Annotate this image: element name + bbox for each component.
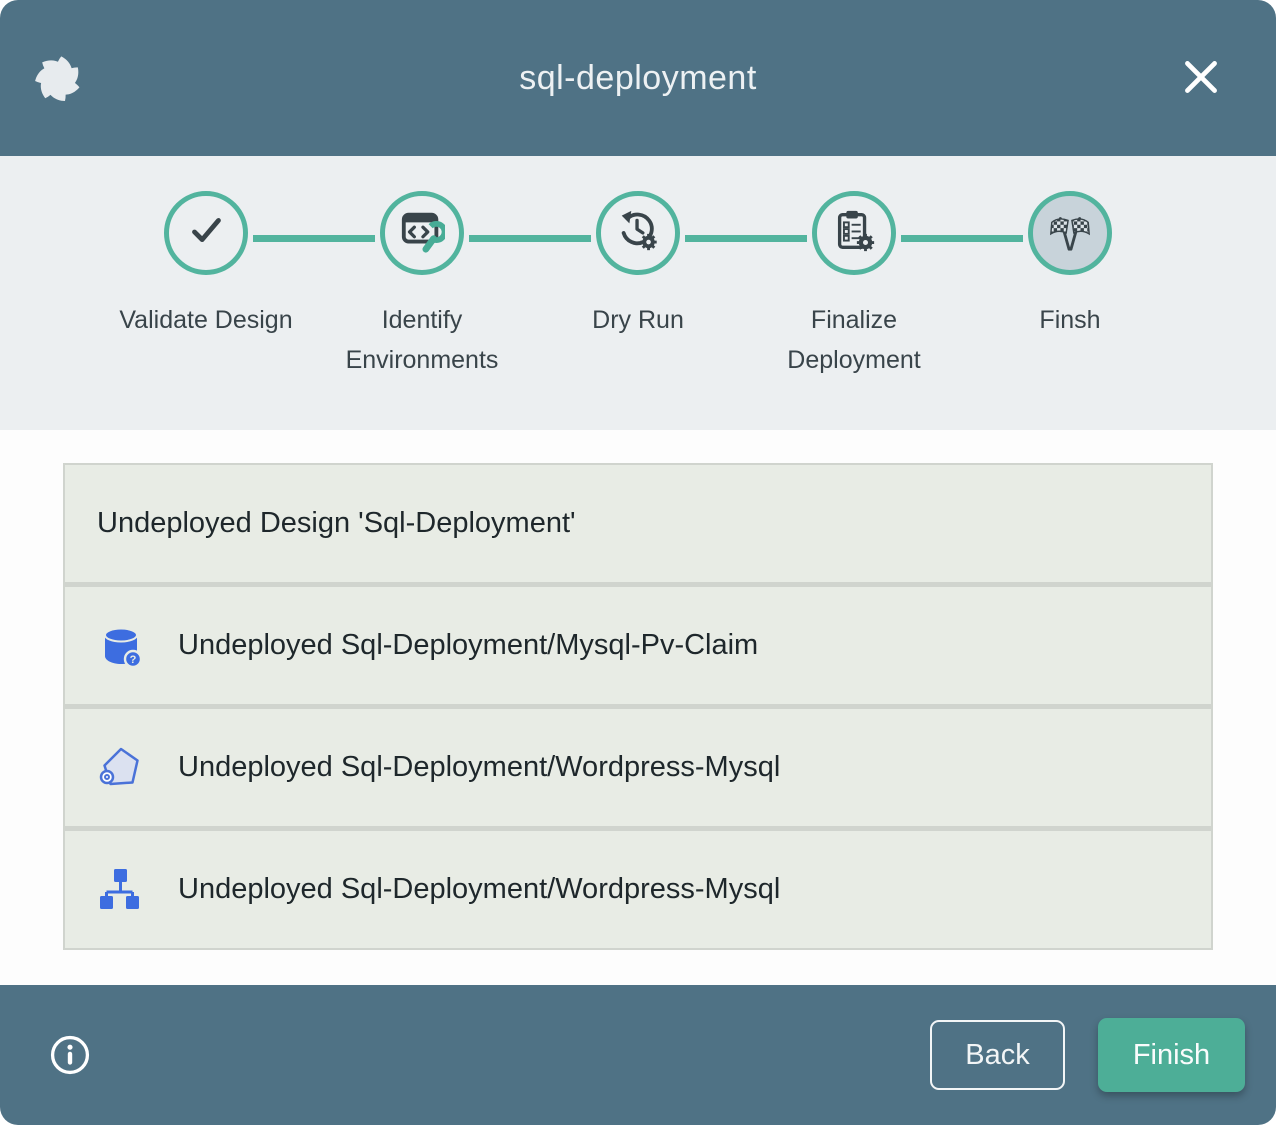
wizard-stepper: Validate Design Identify Environment: [0, 156, 1276, 430]
clipboard-gear-icon: [831, 208, 877, 259]
step-finalize-deployment-circle[interactable]: [812, 191, 896, 275]
dialog-footer: Back Finish: [0, 985, 1276, 1125]
result-list: Undeployed Design 'Sql-Deployment' ? Und…: [63, 463, 1213, 950]
info-icon[interactable]: [48, 1033, 92, 1077]
step-dry-run-circle[interactable]: [596, 191, 680, 275]
result-text: Undeployed Sql-Deployment/Mysql-Pv-Claim: [178, 629, 758, 662]
checkered-flags-icon: [1047, 208, 1093, 259]
titlebar: sql-deployment: [0, 0, 1276, 156]
check-icon: [183, 208, 229, 259]
meshery-logo-icon: [32, 50, 84, 106]
step-validate-design: Validate Design: [98, 191, 314, 380]
close-icon[interactable]: [1178, 54, 1224, 100]
step-dry-run: Dry Run: [530, 191, 746, 380]
step-label: Dry Run: [592, 300, 684, 340]
result-row-pv-claim: ? Undeployed Sql-Deployment/Mysql-Pv-Cla…: [65, 587, 1211, 704]
svg-text:?: ?: [130, 654, 137, 666]
back-button[interactable]: Back: [930, 1020, 1065, 1090]
dialog-title: sql-deployment: [519, 59, 757, 98]
step-identify-environments-circle[interactable]: [380, 191, 464, 275]
step-label: Finalize Deployment: [767, 300, 942, 380]
database-icon: ?: [97, 622, 145, 670]
result-row-pod: Undeployed Sql-Deployment/Wordpress-Mysq…: [65, 709, 1211, 826]
tree-icon: [97, 866, 145, 914]
step-label: Validate Design: [119, 300, 292, 340]
step-finish-circle[interactable]: [1028, 191, 1112, 275]
dry-run-icon: [615, 208, 661, 259]
finish-button[interactable]: Finish: [1098, 1018, 1245, 1092]
result-row-design: Undeployed Design 'Sql-Deployment': [65, 465, 1211, 582]
result-text: Undeployed Design 'Sql-Deployment': [97, 507, 576, 540]
code-tools-icon: [399, 208, 445, 259]
result-text: Undeployed Sql-Deployment/Wordpress-Mysq…: [178, 751, 780, 784]
step-label: Finsh: [1039, 300, 1100, 340]
step-identify-environments: Identify Environments: [314, 191, 530, 380]
step-label: Identify Environments: [335, 300, 510, 380]
step-finalize-deployment: Finalize Deployment: [746, 191, 962, 380]
pod-icon: [97, 744, 145, 792]
deployment-results: Undeployed Design 'Sql-Deployment' ? Und…: [0, 463, 1276, 950]
result-row-tree: Undeployed Sql-Deployment/Wordpress-Mysq…: [65, 831, 1211, 948]
step-validate-design-circle[interactable]: [164, 191, 248, 275]
step-finish: Finsh: [962, 191, 1178, 380]
result-text: Undeployed Sql-Deployment/Wordpress-Mysq…: [178, 873, 780, 906]
deployment-wizard-dialog: sql-deployment Validate Design: [0, 0, 1276, 1125]
